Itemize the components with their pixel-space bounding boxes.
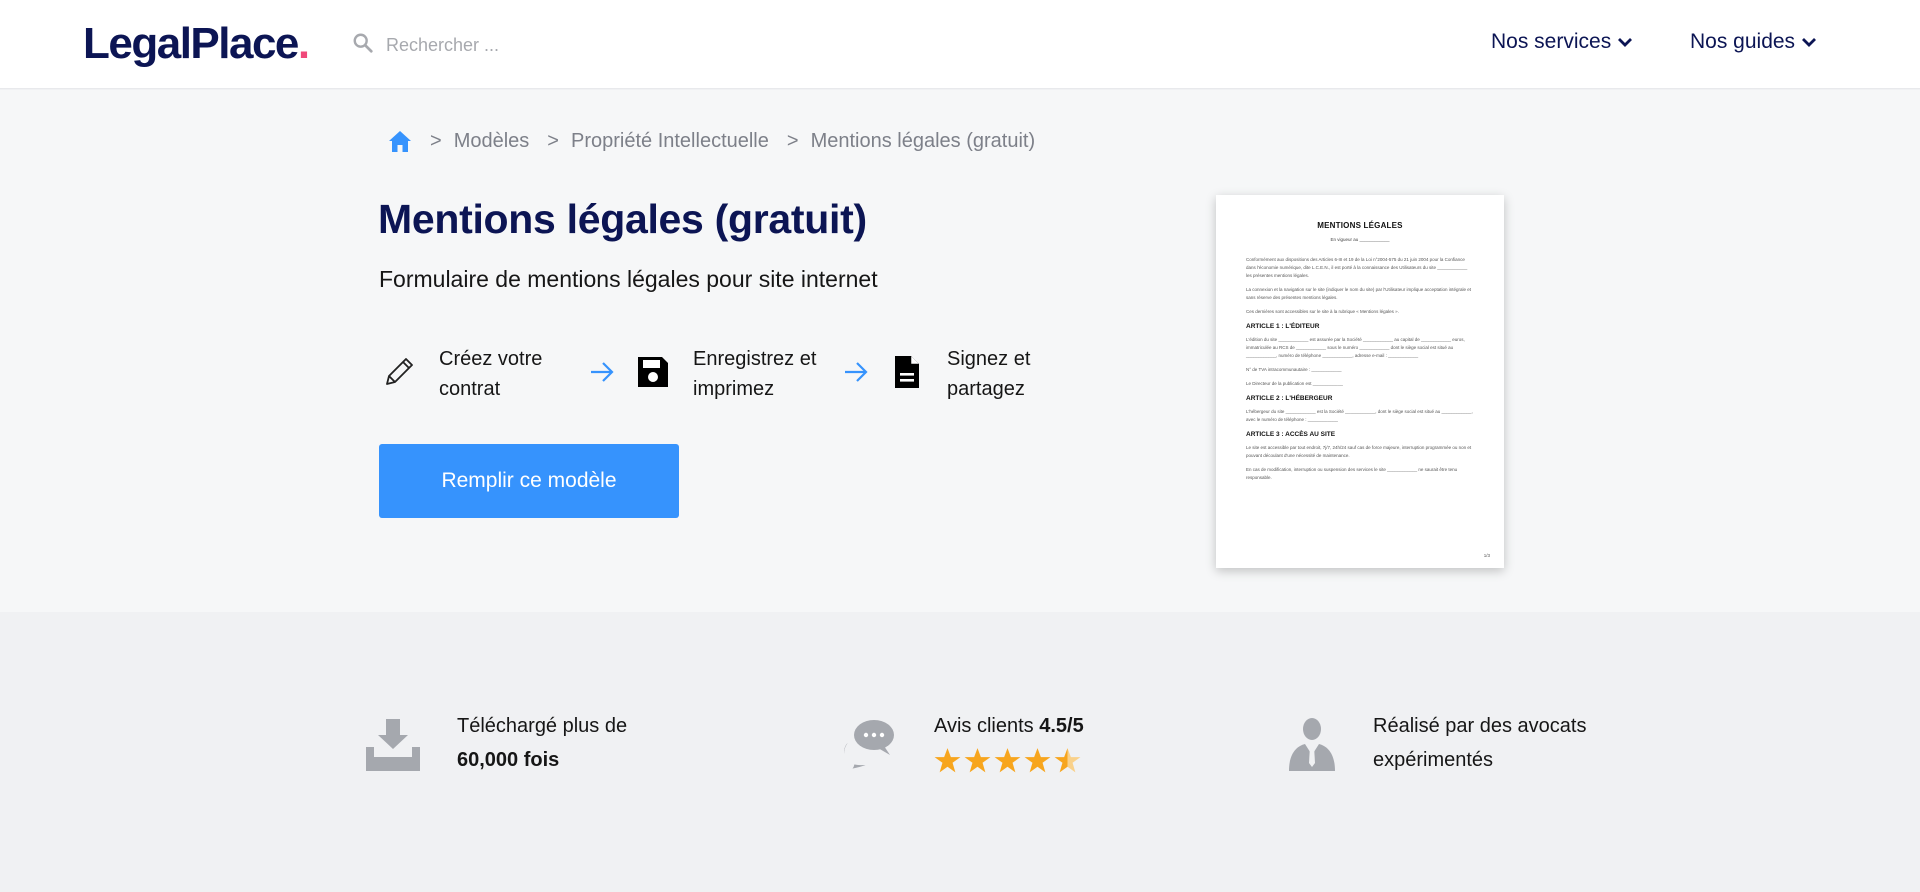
breadcrumb-separator: > — [430, 130, 442, 152]
doc-title: MENTIONS LÉGALES — [1317, 221, 1403, 230]
document-icon — [887, 352, 927, 392]
nav-guides[interactable]: Nos guides — [1690, 30, 1817, 54]
doc-heading: ARTICLE 3 : ACCÈS AU SITE — [1246, 431, 1336, 438]
nav-guides-label: Nos guides — [1690, 30, 1796, 53]
pencil-icon — [379, 352, 419, 392]
stat-reviews-label: Avis clients — [934, 715, 1034, 737]
stat-lawyers-text: Réalisé par des avocats expérimentés — [1373, 715, 1587, 771]
doc-heading: ARTICLE 1 : L'ÉDITEUR — [1246, 323, 1320, 330]
breadcrumb-item-propriete-intellectuelle[interactable]: Propriété Intellectuelle — [571, 130, 769, 153]
breadcrumb-separator: > — [547, 130, 559, 152]
legalplace-logo[interactable]: LegalPlace. — [83, 18, 310, 70]
star-icon — [994, 748, 1021, 773]
chevron-down-icon — [1802, 38, 1817, 47]
page-subtitle: Formulaire de mentions légales pour site… — [379, 266, 878, 292]
chat-bubbles-icon — [842, 720, 894, 772]
doc-paragraph: L'hébergeur du site ____________ est la … — [1246, 409, 1473, 422]
lawyer-person-icon — [1289, 718, 1335, 771]
stat-downloads-label: Téléchargé plus de — [457, 715, 628, 737]
doc-page-number: 1/3 — [1483, 553, 1490, 558]
nav-services[interactable]: Nos services — [1491, 30, 1633, 54]
step-save: Enregistrez et imprimez — [633, 344, 843, 404]
nav-services-label: Nos services — [1491, 30, 1612, 53]
star-icon — [1024, 748, 1051, 773]
stat-reviews: Avis clients 4.5/5 — [840, 715, 1084, 773]
doc-paragraph: L'édition du site ____________ est assur… — [1246, 337, 1465, 358]
star-half-icon — [1054, 748, 1081, 773]
floppy-disk-icon — [633, 352, 673, 392]
search-input[interactable] — [386, 34, 636, 56]
home-icon[interactable] — [388, 130, 412, 153]
steps: Créez votre contrat Enregistrez et impri… — [379, 344, 1059, 404]
doc-paragraph: La connexion et la navigation sur le sit… — [1246, 287, 1471, 300]
page-title: Mentions légales (gratuit) — [378, 196, 867, 242]
doc-paragraph: Le site est accessible par tout endroit,… — [1246, 445, 1472, 458]
doc-paragraph: Conformément aux dispositions des Articl… — [1246, 257, 1468, 278]
doc-heading: ARTICLE 2 : L'HÉBERGEUR — [1246, 395, 1333, 402]
breadcrumb-separator: > — [786, 130, 799, 152]
rating-stars — [934, 747, 1084, 774]
document-preview[interactable]: MENTIONS LÉGALES En vigueur au _________… — [1216, 195, 1504, 568]
arrow-right-icon — [845, 362, 868, 382]
step-save-label: Enregistrez et imprimez — [693, 348, 817, 400]
site-header: LegalPlace. Nos services Nos guides — [0, 0, 1920, 89]
chevron-down-icon — [1618, 38, 1633, 47]
doc-subtitle: En vigueur au ____________ — [1330, 237, 1390, 242]
breadcrumb-item-modeles[interactable]: Modèles — [454, 130, 530, 153]
step-create-label: Créez votre contrat — [439, 348, 543, 400]
fill-template-button[interactable]: Remplir ce modèle — [379, 444, 679, 518]
step-sign-label: Signez et partagez — [947, 348, 1031, 400]
breadcrumb: > Modèles > Propriété Intellectuelle > M… — [388, 130, 1035, 153]
stat-lawyers: Réalisé par des avocats expérimentés — [1283, 715, 1586, 773]
stat-reviews-text: Avis clients 4.5/5 — [934, 709, 1174, 743]
stat-downloads-text: Téléchargé plus de 60,000 fois — [457, 709, 697, 777]
stat-downloads: Téléchargé plus de 60,000 fois — [364, 715, 627, 773]
stat-downloads-value: 60,000 fois — [457, 749, 560, 771]
download-tray-icon — [366, 719, 420, 771]
doc-paragraph: Ces dernières sont accessibles sur le si… — [1246, 309, 1399, 314]
breadcrumb-item-current: Mentions légales (gratuit) — [810, 130, 1036, 152]
step-create: Créez votre contrat — [379, 344, 589, 404]
star-icon — [964, 748, 991, 773]
stat-reviews-value: 4.5/5 — [1039, 715, 1084, 737]
doc-paragraph: Le Directeur de la publication est _____… — [1246, 381, 1343, 386]
arrow-right-icon — [591, 362, 614, 382]
star-icon — [934, 748, 961, 773]
step-sign: Signez et partagez — [887, 344, 1097, 404]
search-bar[interactable] — [352, 30, 652, 60]
doc-paragraph: N° de TVA intracommunautaire : _________… — [1246, 367, 1342, 372]
doc-paragraph: En cas de modification, interruption ou … — [1246, 467, 1458, 480]
search-icon — [352, 32, 374, 59]
